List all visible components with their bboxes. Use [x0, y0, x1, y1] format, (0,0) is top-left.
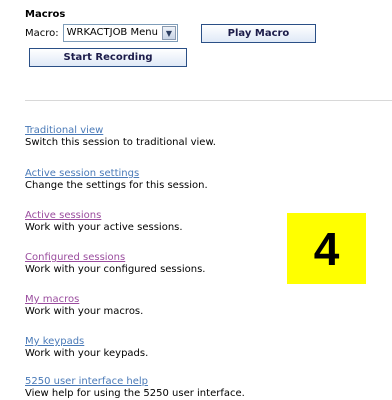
- chevron-down-icon[interactable]: ▼: [161, 26, 176, 40]
- configured-sessions-desc: Work with your configured sessions.: [25, 264, 206, 275]
- traditional-view-desc: Switch this session to traditional view.: [25, 137, 216, 148]
- active-session-settings-link[interactable]: Active session settings: [25, 168, 295, 180]
- nav-item-active-session-settings: Active session settings Change the setti…: [25, 168, 295, 192]
- macro-label: Macro:: [25, 27, 59, 39]
- play-macro-button[interactable]: Play Macro: [201, 24, 316, 43]
- configured-sessions-link[interactable]: Configured sessions: [25, 252, 295, 264]
- macro-row: Macro: WRKACTJOB Menu ▼: [25, 24, 178, 42]
- macro-select-value: WRKACTJOB Menu: [66, 27, 158, 38]
- 5250-help-link[interactable]: 5250 user interface help: [25, 376, 295, 388]
- step-number-badge: 4: [287, 213, 366, 284]
- active-sessions-desc: Work with your active sessions.: [25, 222, 183, 233]
- nav-item-configured-sessions: Configured sessions Work with your confi…: [25, 252, 295, 276]
- my-macros-desc: Work with your macros.: [25, 306, 144, 317]
- macros-title: Macros: [25, 9, 66, 20]
- macro-select[interactable]: WRKACTJOB Menu ▼: [62, 24, 178, 42]
- my-macros-link[interactable]: My macros: [25, 294, 295, 306]
- nav-item-active-sessions: Active sessions Work with your active se…: [25, 210, 295, 234]
- section-divider: [25, 100, 392, 101]
- nav-item-traditional-view: Traditional view Switch this session to …: [25, 125, 295, 149]
- nav-item-my-macros: My macros Work with your macros.: [25, 294, 295, 318]
- start-recording-button[interactable]: Start Recording: [29, 48, 187, 67]
- traditional-view-link[interactable]: Traditional view: [25, 125, 295, 137]
- my-keypads-desc: Work with your keypads.: [25, 348, 149, 359]
- nav-item-5250-help: 5250 user interface help View help for u…: [25, 376, 295, 400]
- my-keypads-link[interactable]: My keypads: [25, 336, 295, 348]
- nav-item-my-keypads: My keypads Work with your keypads.: [25, 336, 295, 360]
- active-sessions-link[interactable]: Active sessions: [25, 210, 295, 222]
- 5250-help-desc: View help for using the 5250 user interf…: [25, 388, 245, 399]
- active-session-settings-desc: Change the settings for this session.: [25, 180, 208, 191]
